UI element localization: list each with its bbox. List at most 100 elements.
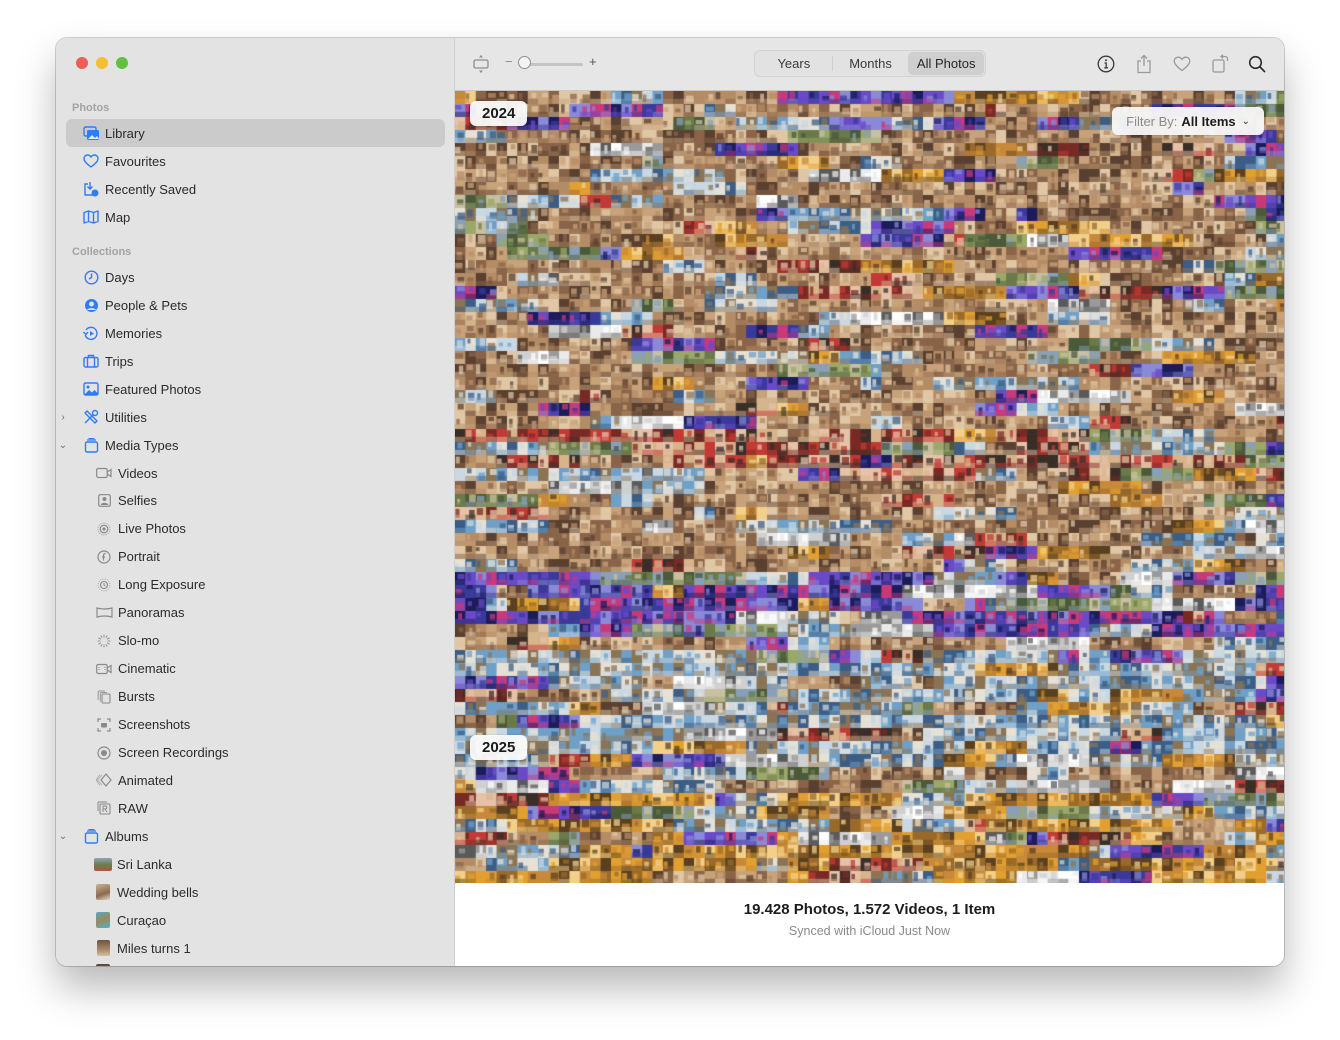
sidebar-item-featured-photos[interactable]: Featured Photos [66,375,445,403]
album-curacao[interactable]: Curaçao [66,906,445,934]
sidebar-item-library[interactable]: Library [66,119,445,147]
rotate-icon[interactable] [1209,53,1231,75]
sidebar-item-label: Sri Lanka [117,856,172,872]
tools-icon [82,409,100,425]
panorama-icon [95,605,113,621]
map-icon [82,209,100,225]
clock-icon [82,269,100,285]
sidebar-item-portrait[interactable]: Portrait [66,543,445,571]
sidebar-item-label: Memories [105,325,163,341]
sidebar-item-label: Live Photos [118,521,186,537]
chevron-down-icon[interactable]: ⌄ [58,831,68,842]
sidebar-item-panoramas[interactable]: Panoramas [66,599,445,627]
animated-icon [95,772,113,788]
section-title-photos: Photos [72,102,110,114]
album-thumbnail [94,884,112,900]
sidebar-item-screen-recordings[interactable]: Screen Recordings [66,739,445,767]
sidebar: Photos Library Favourites Recently Saved… [56,38,455,966]
sidebar-item-bursts[interactable]: Bursts [66,683,445,711]
aspect-ratio-icon[interactable] [470,53,492,75]
sidebar-item-label: Media Types [105,437,179,453]
suitcase-icon [82,353,100,369]
filter-label: Filter By: [1126,113,1178,129]
sidebar-item-label: People & Pets [105,297,188,313]
sidebar-item-trips[interactable]: Trips [66,347,445,375]
album-thumbnail [94,856,112,872]
filter-by-dropdown[interactable]: Filter By: All Items ⌄ [1112,107,1264,135]
long-exposure-icon [95,577,113,593]
sidebar-item-memories[interactable]: Memories [66,319,445,347]
sidebar-item-favourites[interactable]: Favourites [66,147,445,175]
section-title-collections: Collections [72,246,132,258]
info-icon[interactable] [1095,53,1117,75]
sidebar-item-label: Screen Recordings [118,745,229,760]
sidebar-item-videos[interactable]: Videos [66,459,445,487]
library-icon [82,125,100,141]
sidebar-item-label: Featured Photos [105,381,202,397]
zoom-out-label[interactable]: − [505,54,513,69]
sidebar-item-label: Wedding bells [117,884,199,900]
close-button[interactable] [76,57,88,69]
sidebar-item-label: Cinematic [118,661,176,677]
library-item-count: 19.428 Photos, 1.572 Videos, 1 Item [743,901,996,918]
favourite-icon[interactable] [1171,53,1193,75]
view-segmented-control: Years Months All Photos [754,50,986,77]
sidebar-item-label: Map [105,209,131,225]
sidebar-item-label: Utilities [105,409,147,425]
sidebar-item-label: Miles turns 1 [117,940,191,956]
video-icon [95,465,113,481]
zoom-slider-handle[interactable] [518,56,531,69]
screen-recording-icon [95,745,113,761]
album-wedding-bells[interactable]: Wedding bells [66,878,445,906]
stack-icon [82,828,100,844]
photos-window: Photos Library Favourites Recently Saved… [56,38,1284,966]
sidebar-item-recently-saved[interactable]: Recently Saved [66,175,445,203]
sidebar-item-label: Portrait [118,549,160,565]
chevron-down-icon[interactable]: ⌄ [58,440,68,451]
minimize-button[interactable] [96,57,108,69]
selfie-icon [95,493,113,509]
photo-thumbnails-mosaic[interactable] [455,91,1284,883]
icloud-sync-status: Synced with iCloud Just Now [788,924,951,938]
sidebar-item-slo-mo[interactable]: Slo-mo [66,627,445,655]
zoom-in-label[interactable]: + [589,54,597,69]
sidebar-item-label: Bursts [118,689,155,705]
album-thumbnail [94,912,112,928]
sidebar-item-people-pets[interactable]: People & Pets [66,291,445,319]
album-sri-lanka[interactable]: Sri Lanka [66,850,445,878]
stack-icon [82,437,100,453]
heart-icon [82,153,100,169]
photo-grid[interactable]: 2024 2025 Filter By: All Items ⌄ [455,91,1284,883]
sidebar-item-map[interactable]: Map [66,203,445,231]
tab-months[interactable]: Months [833,52,909,75]
album-thumbnail-partial [96,964,110,966]
filter-value: All Items [1181,113,1236,129]
sidebar-item-label: Slo-mo [118,633,160,649]
sidebar-item-cinematic[interactable]: Cinematic [66,655,445,683]
sidebar-item-label: Curaçao [117,912,167,928]
portrait-icon [95,549,113,565]
sidebar-item-media-types[interactable]: ⌄ Media Types [59,431,445,459]
tab-all-photos[interactable]: All Photos [908,52,985,75]
sidebar-item-screenshots[interactable]: Screenshots [66,711,445,739]
sidebar-item-utilities[interactable]: › Utilities [61,403,445,431]
year-label-2025: 2025 [470,735,528,760]
sidebar-item-animated[interactable]: Animated [66,766,445,794]
sidebar-item-raw[interactable]: RAW [66,794,445,822]
sidebar-item-label: Panoramas [118,605,185,621]
tab-years[interactable]: Years [756,52,832,75]
sidebar-item-label: Days [105,269,135,285]
sidebar-item-live-photos[interactable]: Live Photos [66,515,445,543]
sidebar-item-long-exposure[interactable]: Long Exposure [66,571,445,599]
sidebar-item-label: Animated [118,772,173,788]
zoom-button[interactable] [116,57,128,69]
album-thumbnail [94,940,112,956]
live-photo-icon [95,521,113,537]
sidebar-item-days[interactable]: Days [66,263,445,291]
sidebar-item-selfies[interactable]: Selfies [66,487,445,515]
search-icon[interactable] [1246,53,1268,75]
album-miles-turns-1[interactable]: Miles turns 1 [66,934,445,962]
chevron-right-icon[interactable]: › [58,412,68,423]
sidebar-item-albums[interactable]: ⌄ Albums [59,822,445,850]
share-icon[interactable] [1133,53,1155,75]
